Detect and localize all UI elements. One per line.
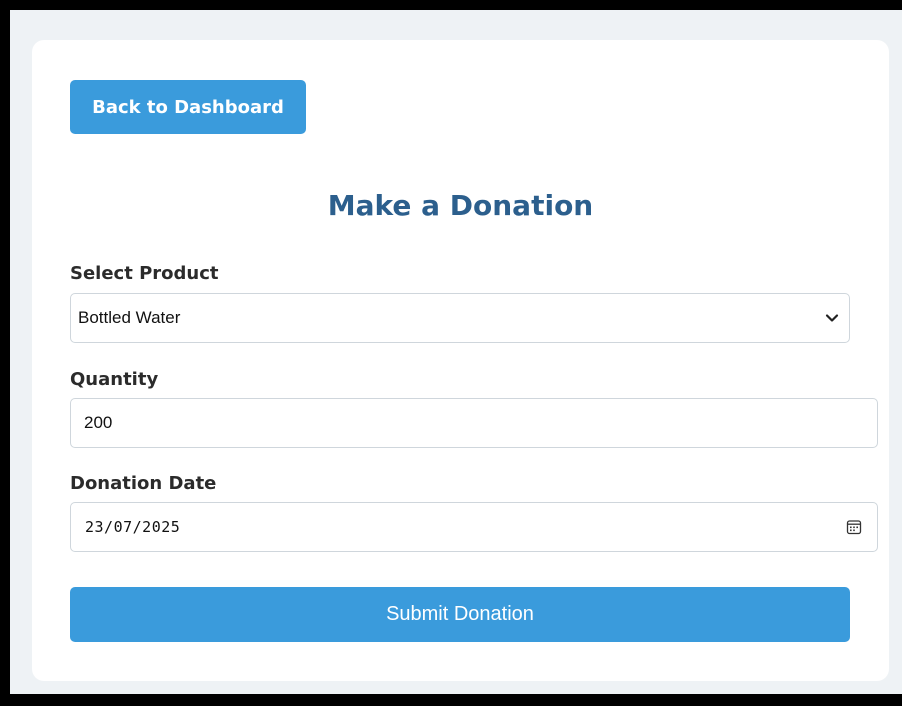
product-select[interactable]: Bottled Water (70, 293, 850, 343)
donation-date-label: Donation Date (70, 473, 217, 494)
quantity-label: Quantity (70, 369, 159, 390)
page-title: Make a Donation (327, 189, 594, 222)
select-product-label: Select Product (70, 263, 219, 284)
chevron-down-icon (821, 307, 843, 329)
product-select-value: Bottled Water (78, 308, 181, 327)
back-to-dashboard-button[interactable]: Back to Dashboard (70, 80, 306, 134)
quantity-input[interactable]: 200 (70, 398, 878, 448)
quantity-value: 200 (84, 413, 113, 432)
donation-date-input[interactable]: 23/07/2025 (70, 502, 878, 552)
submit-donation-button[interactable]: Submit Donation (70, 587, 850, 642)
calendar-icon[interactable] (843, 516, 865, 538)
donation-date-value: 23/07/2025 (85, 518, 181, 536)
page-background: Back to Dashboard Make a Donation Select… (10, 10, 902, 694)
donation-card: Back to Dashboard Make a Donation Select… (32, 40, 889, 681)
